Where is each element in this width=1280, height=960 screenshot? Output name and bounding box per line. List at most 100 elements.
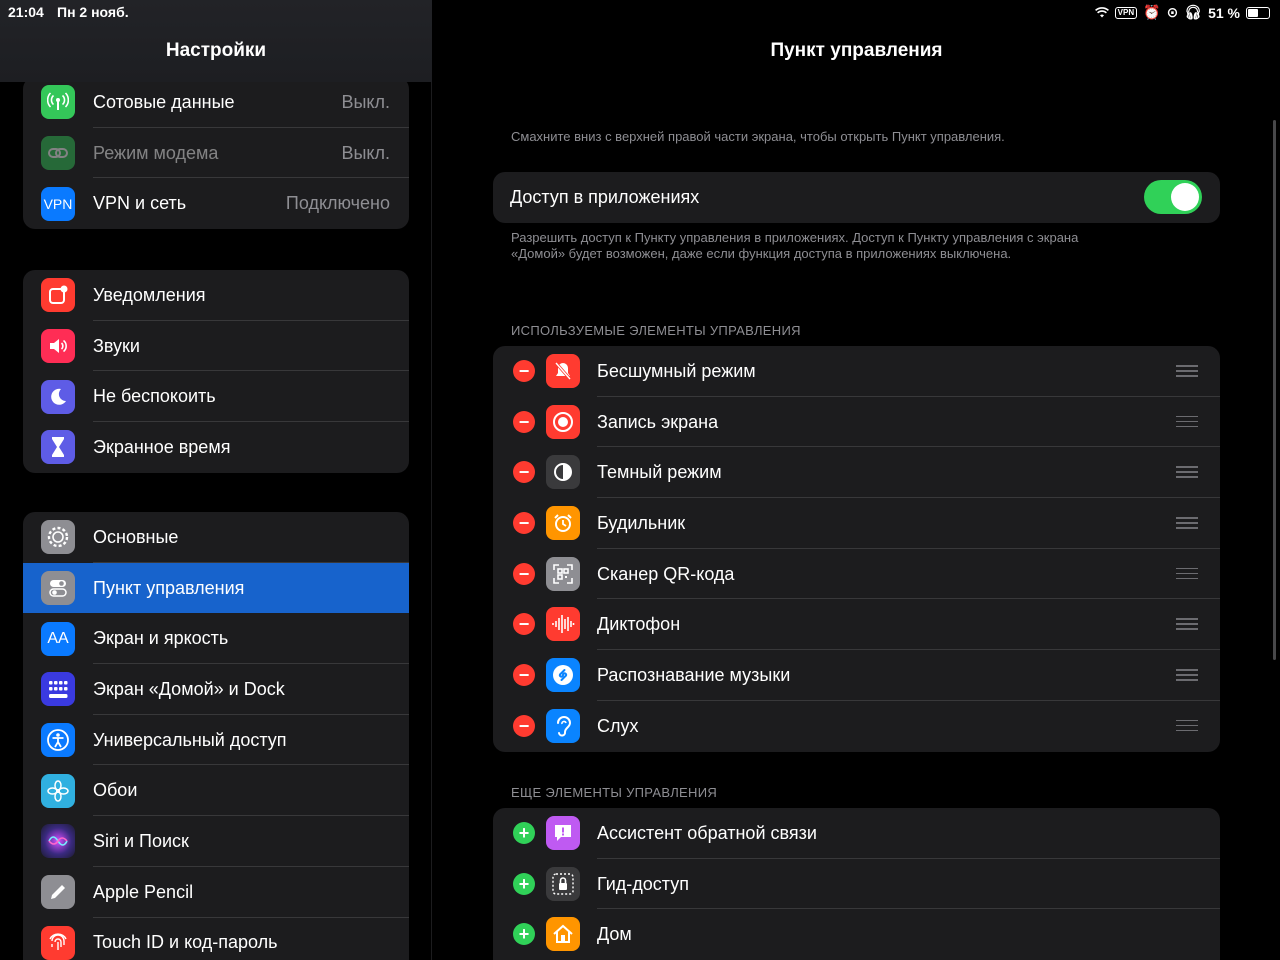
sidebar-item-label: Siri и Поиск bbox=[93, 830, 189, 851]
add-button[interactable]: + bbox=[513, 872, 535, 895]
remove-button[interactable]: − bbox=[513, 410, 535, 433]
sidebar-item-apple-pencil[interactable]: Apple Pencil bbox=[23, 867, 409, 918]
access-footer-line-2: «Домой» будет возможен, даже если функци… bbox=[511, 246, 1012, 261]
reorder-handle[interactable] bbox=[1176, 719, 1198, 732]
home-grid-icon bbox=[41, 672, 75, 707]
reorder-handle[interactable] bbox=[1176, 466, 1198, 478]
waveform-icon bbox=[546, 607, 580, 642]
speaker-icon bbox=[41, 329, 75, 364]
sidebar-item-label: Сотовые данные bbox=[93, 91, 235, 112]
vpn-icon: VPN bbox=[41, 186, 75, 221]
sidebar-item-accessibility[interactable]: Универсальный доступ bbox=[23, 715, 409, 766]
sidebar-item-label: Уведомления bbox=[93, 284, 206, 305]
record-icon bbox=[546, 404, 580, 439]
control-row-voice-memos: − Диктофон bbox=[493, 599, 1220, 651]
sidebar-item-screen-time[interactable]: Экранное время bbox=[23, 422, 409, 473]
settings-sidebar: Сотовые данные Выкл. Режим модема Выкл. … bbox=[0, 0, 432, 960]
sidebar-item-label: Экран «Домой» и Dock bbox=[93, 678, 285, 699]
sidebar-item-label: Режим модема bbox=[93, 142, 219, 163]
remove-button[interactable]: − bbox=[513, 360, 535, 382]
siri-icon bbox=[41, 824, 75, 859]
remove-button[interactable]: − bbox=[513, 664, 535, 687]
flower-icon bbox=[41, 773, 75, 808]
access-footer: Разрешить доступ к Пункту управления в п… bbox=[511, 230, 1078, 262]
status-date: Пн 2 нояб. bbox=[57, 4, 129, 20]
sidebar-item-hotspot[interactable]: Режим модема Выкл. bbox=[23, 128, 409, 179]
more-controls-list: + Ассистент обратной связи + Гид-доступ … bbox=[493, 808, 1220, 960]
control-row-music-recognition: − Распознавание музыки bbox=[493, 650, 1220, 701]
battery-icon bbox=[1246, 6, 1270, 19]
qr-code-icon bbox=[546, 556, 580, 591]
gear-icon bbox=[41, 520, 75, 555]
sidebar-item-value: Подключено bbox=[285, 193, 390, 214]
sidebar-item-cellular[interactable]: Сотовые данные Выкл. bbox=[23, 77, 409, 128]
sidebar-item-display[interactable]: AA Экран и яркость bbox=[23, 613, 409, 665]
reorder-handle[interactable] bbox=[1176, 517, 1198, 529]
access-in-apps-toggle[interactable] bbox=[1144, 180, 1202, 214]
control-label: Бесшумный режим bbox=[597, 361, 756, 381]
control-label: Запись экрана bbox=[597, 411, 719, 432]
sidebar-item-home-screen[interactable]: Экран «Домой» и Dock bbox=[23, 664, 409, 715]
add-button[interactable]: + bbox=[513, 923, 535, 946]
control-label: Дом bbox=[597, 924, 632, 945]
sidebar-group-network: Сотовые данные Выкл. Режим модема Выкл. … bbox=[23, 77, 409, 230]
sidebar-item-label: Пункт управления bbox=[93, 577, 245, 598]
wifi-icon bbox=[1094, 5, 1109, 21]
access-in-apps-label: Доступ в приложениях bbox=[510, 187, 700, 207]
sidebar-item-notifications[interactable]: Уведомления bbox=[23, 270, 409, 321]
control-row-feedback-assistant: + Ассистент обратной связи bbox=[493, 808, 1220, 859]
sidebar-item-control-center[interactable]: Пункт управления bbox=[23, 562, 409, 614]
control-row-guided-access: + Гид-доступ bbox=[493, 859, 1220, 910]
reorder-handle[interactable] bbox=[1176, 618, 1198, 630]
fingerprint-icon bbox=[41, 925, 75, 960]
access-footer-line-1: Разрешить доступ к Пункту управления в п… bbox=[511, 230, 1079, 245]
sidebar-item-vpn[interactable]: VPN VPN и сеть Подключено bbox=[23, 178, 409, 229]
sidebar-item-do-not-disturb[interactable]: Не беспокоить bbox=[23, 371, 409, 423]
remove-button[interactable]: − bbox=[513, 512, 535, 535]
sidebar-item-label: Экран и яркость bbox=[93, 628, 229, 649]
reorder-handle[interactable] bbox=[1176, 365, 1198, 377]
accessibility-icon bbox=[41, 723, 75, 758]
sidebar-item-label: Экранное время bbox=[93, 436, 231, 457]
sidebar-item-label: Apple Pencil bbox=[93, 881, 194, 902]
lock-icon bbox=[546, 866, 580, 901]
sidebar-item-touch-id[interactable]: Touch ID и код-пароль bbox=[23, 918, 409, 960]
sidebar-item-sounds[interactable]: Звуки bbox=[23, 321, 409, 372]
battery-percent: 51 % bbox=[1208, 4, 1240, 21]
control-row-dark-mode: − Темный режим bbox=[493, 447, 1220, 499]
included-controls-header: ИСПОЛЬЗУЕМЫЕ ЭЛЕМЕНТЫ УПРАВЛЕНИЯ bbox=[511, 323, 801, 338]
remove-button[interactable]: − bbox=[513, 461, 535, 484]
ear-icon bbox=[546, 708, 580, 743]
sidebar-item-wallpaper[interactable]: Обои bbox=[23, 765, 409, 817]
hourglass-icon bbox=[41, 430, 75, 465]
page-title: Пункт управления bbox=[770, 40, 943, 61]
orientation-lock-icon: ⊙ bbox=[1166, 4, 1179, 20]
sidebar-item-label: Touch ID и код-пароль bbox=[93, 932, 278, 953]
status-indicators: VPN ⏰ ⊙ 🎧︎ 51 % bbox=[1094, 4, 1270, 21]
control-row-silent-mode: − Бесшумный режим bbox=[493, 346, 1220, 397]
hotspot-icon bbox=[41, 136, 75, 171]
sidebar-item-label: Звуки bbox=[93, 335, 140, 356]
vpn-status-icon: VPN bbox=[1114, 6, 1138, 19]
swipe-hint: Смахните вниз с верхней правой части экр… bbox=[511, 129, 1005, 144]
remove-button[interactable]: − bbox=[513, 714, 535, 737]
control-row-home: + Дом bbox=[493, 909, 1220, 960]
add-button[interactable]: + bbox=[513, 822, 535, 844]
control-row-hearing: − Слух bbox=[493, 701, 1220, 752]
scroll-indicator[interactable] bbox=[1273, 120, 1276, 660]
sidebar-item-general[interactable]: Основные bbox=[23, 512, 409, 563]
alarm-icon bbox=[546, 506, 580, 541]
access-in-apps-row: Доступ в приложениях bbox=[493, 172, 1220, 223]
reorder-handle[interactable] bbox=[1176, 415, 1198, 428]
reorder-handle[interactable] bbox=[1176, 669, 1198, 681]
reorder-handle[interactable] bbox=[1176, 567, 1198, 580]
remove-button[interactable]: − bbox=[513, 613, 535, 636]
control-label: Слух bbox=[597, 715, 639, 736]
control-center-pane: Пункт управления Смахните вниз с верхней… bbox=[433, 0, 1280, 960]
control-label: Распознавание музыки bbox=[597, 665, 791, 686]
sidebar-item-siri[interactable]: Siri и Поиск bbox=[23, 816, 409, 867]
status-bar: 21:04 Пн 2 нояб. VPN ⏰ ⊙ 🎧︎ 51 % bbox=[0, 0, 1280, 24]
sidebar-item-label: Обои bbox=[93, 780, 138, 801]
remove-button[interactable]: − bbox=[513, 562, 535, 585]
notifications-icon bbox=[41, 278, 75, 313]
